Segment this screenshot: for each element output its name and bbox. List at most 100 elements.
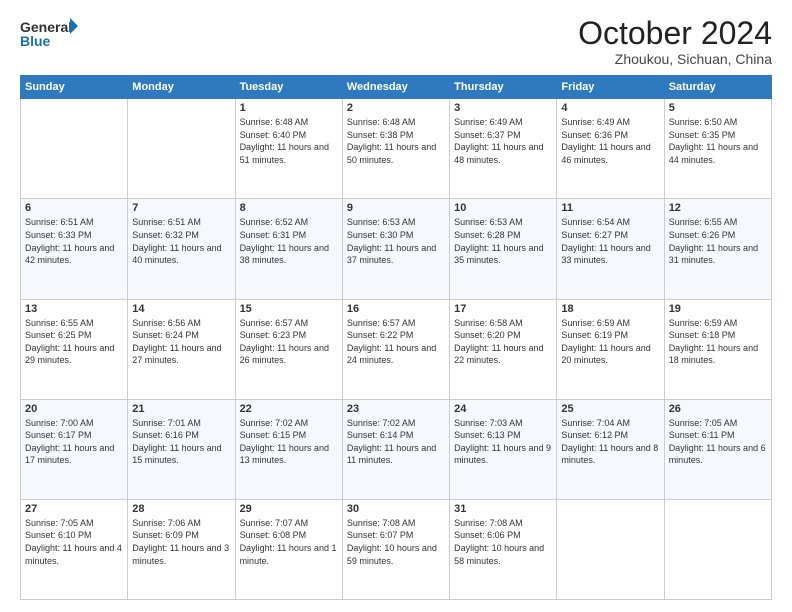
table-row: 14 Sunrise: 6:56 AM Sunset: 6:24 PM Dayli…: [128, 299, 235, 399]
day-number: 20: [25, 403, 123, 415]
table-row: 5 Sunrise: 6:50 AM Sunset: 6:35 PM Daylig…: [664, 99, 771, 199]
col-wednesday: Wednesday: [342, 76, 449, 99]
day-info: Sunrise: 7:08 AM Sunset: 6:07 PM Dayligh…: [347, 517, 445, 567]
table-row: 6 Sunrise: 6:51 AM Sunset: 6:33 PM Daylig…: [21, 199, 128, 299]
page: GeneralBlue October 2024 Zhoukou, Sichua…: [0, 0, 792, 612]
day-info: Sunrise: 7:05 AM Sunset: 6:10 PM Dayligh…: [25, 517, 123, 567]
day-info: Sunrise: 6:51 AM Sunset: 6:33 PM Dayligh…: [25, 216, 123, 266]
location: Zhoukou, Sichuan, China: [578, 51, 772, 67]
day-info: Sunrise: 6:57 AM Sunset: 6:22 PM Dayligh…: [347, 317, 445, 367]
day-info: Sunrise: 7:04 AM Sunset: 6:12 PM Dayligh…: [561, 417, 659, 467]
day-number: 2: [347, 102, 445, 114]
col-tuesday: Tuesday: [235, 76, 342, 99]
day-info: Sunrise: 6:51 AM Sunset: 6:32 PM Dayligh…: [132, 216, 230, 266]
day-info: Sunrise: 6:55 AM Sunset: 6:25 PM Dayligh…: [25, 317, 123, 367]
day-number: 31: [454, 503, 552, 515]
day-number: 26: [669, 403, 767, 415]
day-number: 16: [347, 303, 445, 315]
day-number: 6: [25, 202, 123, 214]
day-info: Sunrise: 6:56 AM Sunset: 6:24 PM Dayligh…: [132, 317, 230, 367]
table-row: 23Sunrise: 7:02 AM Sunset: 6:14 PM Dayli…: [342, 399, 449, 499]
day-number: 11: [561, 202, 659, 214]
calendar-week-row: 13 Sunrise: 6:55 AM Sunset: 6:25 PM Dayli…: [21, 299, 772, 399]
table-row: 26 Sunrise: 7:05 AM Sunset: 6:11 PM Dayli…: [664, 399, 771, 499]
table-row: 2Sunrise: 6:48 AM Sunset: 6:38 PM Daylig…: [342, 99, 449, 199]
day-info: Sunrise: 6:54 AM Sunset: 6:27 PM Dayligh…: [561, 216, 659, 266]
day-info: Sunrise: 7:07 AM Sunset: 6:08 PM Dayligh…: [240, 517, 338, 567]
day-number: 23: [347, 403, 445, 415]
day-number: 29: [240, 503, 338, 515]
day-number: 8: [240, 202, 338, 214]
day-info: Sunrise: 7:01 AM Sunset: 6:16 PM Dayligh…: [132, 417, 230, 467]
title-block: October 2024 Zhoukou, Sichuan, China: [578, 16, 772, 67]
day-number: 28: [132, 503, 230, 515]
day-number: 18: [561, 303, 659, 315]
day-info: Sunrise: 6:50 AM Sunset: 6:35 PM Dayligh…: [669, 116, 767, 166]
day-info: Sunrise: 6:55 AM Sunset: 6:26 PM Dayligh…: [669, 216, 767, 266]
calendar-week-row: 20 Sunrise: 7:00 AM Sunset: 6:17 PM Dayli…: [21, 399, 772, 499]
table-row: 11 Sunrise: 6:54 AM Sunset: 6:27 PM Dayli…: [557, 199, 664, 299]
col-thursday: Thursday: [450, 76, 557, 99]
table-row: 1 Sunrise: 6:48 AM Sunset: 6:40 PM Daylig…: [235, 99, 342, 199]
day-info: Sunrise: 6:48 AM Sunset: 6:40 PM Dayligh…: [240, 116, 338, 166]
table-row: 9 Sunrise: 6:53 AM Sunset: 6:30 PM Daylig…: [342, 199, 449, 299]
general-blue-logo-icon: GeneralBlue: [20, 16, 80, 52]
table-row: 27Sunrise: 7:05 AM Sunset: 6:10 PM Dayli…: [21, 499, 128, 599]
table-row: 7 Sunrise: 6:51 AM Sunset: 6:32 PM Daylig…: [128, 199, 235, 299]
table-row: 4 Sunrise: 6:49 AM Sunset: 6:36 PM Daylig…: [557, 99, 664, 199]
day-number: 3: [454, 102, 552, 114]
day-number: 30: [347, 503, 445, 515]
calendar-table: Sunday Monday Tuesday Wednesday Thursday…: [20, 75, 772, 600]
svg-text:Blue: Blue: [20, 33, 51, 49]
day-number: 24: [454, 403, 552, 415]
day-info: Sunrise: 6:53 AM Sunset: 6:30 PM Dayligh…: [347, 216, 445, 266]
calendar-week-row: 6 Sunrise: 6:51 AM Sunset: 6:33 PM Daylig…: [21, 199, 772, 299]
day-info: Sunrise: 7:05 AM Sunset: 6:11 PM Dayligh…: [669, 417, 767, 467]
day-number: 4: [561, 102, 659, 114]
table-row: 31 Sunrise: 7:08 AM Sunset: 6:06 PM Dayli…: [450, 499, 557, 599]
day-info: Sunrise: 7:03 AM Sunset: 6:13 PM Dayligh…: [454, 417, 552, 467]
day-number: 9: [347, 202, 445, 214]
day-info: Sunrise: 6:59 AM Sunset: 6:19 PM Dayligh…: [561, 317, 659, 367]
day-number: 7: [132, 202, 230, 214]
table-row: 8 Sunrise: 6:52 AM Sunset: 6:31 PM Daylig…: [235, 199, 342, 299]
table-row: [128, 99, 235, 199]
table-row: 18 Sunrise: 6:59 AM Sunset: 6:19 PM Dayli…: [557, 299, 664, 399]
calendar-week-row: 27Sunrise: 7:05 AM Sunset: 6:10 PM Dayli…: [21, 499, 772, 599]
day-info: Sunrise: 6:53 AM Sunset: 6:28 PM Dayligh…: [454, 216, 552, 266]
table-row: [664, 499, 771, 599]
day-number: 19: [669, 303, 767, 315]
logo: GeneralBlue: [20, 16, 80, 52]
day-info: Sunrise: 6:58 AM Sunset: 6:20 PM Dayligh…: [454, 317, 552, 367]
day-info: Sunrise: 7:08 AM Sunset: 6:06 PM Dayligh…: [454, 517, 552, 567]
day-info: Sunrise: 6:49 AM Sunset: 6:36 PM Dayligh…: [561, 116, 659, 166]
day-number: 5: [669, 102, 767, 114]
table-row: 28 Sunrise: 7:06 AM Sunset: 6:09 PM Dayli…: [128, 499, 235, 599]
table-row: 12 Sunrise: 6:55 AM Sunset: 6:26 PM Dayli…: [664, 199, 771, 299]
table-row: 25Sunrise: 7:04 AM Sunset: 6:12 PM Dayli…: [557, 399, 664, 499]
day-number: 12: [669, 202, 767, 214]
table-row: 17Sunrise: 6:58 AM Sunset: 6:20 PM Dayli…: [450, 299, 557, 399]
col-monday: Monday: [128, 76, 235, 99]
table-row: 13 Sunrise: 6:55 AM Sunset: 6:25 PM Dayli…: [21, 299, 128, 399]
day-info: Sunrise: 6:52 AM Sunset: 6:31 PM Dayligh…: [240, 216, 338, 266]
day-number: 14: [132, 303, 230, 315]
table-row: 15Sunrise: 6:57 AM Sunset: 6:23 PM Dayli…: [235, 299, 342, 399]
table-row: 21Sunrise: 7:01 AM Sunset: 6:16 PM Dayli…: [128, 399, 235, 499]
calendar-header-row: Sunday Monday Tuesday Wednesday Thursday…: [21, 76, 772, 99]
day-info: Sunrise: 7:06 AM Sunset: 6:09 PM Dayligh…: [132, 517, 230, 567]
day-info: Sunrise: 7:00 AM Sunset: 6:17 PM Dayligh…: [25, 417, 123, 467]
day-number: 13: [25, 303, 123, 315]
table-row: 29 Sunrise: 7:07 AM Sunset: 6:08 PM Dayli…: [235, 499, 342, 599]
table-row: 22Sunrise: 7:02 AM Sunset: 6:15 PM Dayli…: [235, 399, 342, 499]
table-row: 20 Sunrise: 7:00 AM Sunset: 6:17 PM Dayli…: [21, 399, 128, 499]
col-friday: Friday: [557, 76, 664, 99]
header: GeneralBlue October 2024 Zhoukou, Sichua…: [20, 16, 772, 67]
table-row: [557, 499, 664, 599]
day-number: 22: [240, 403, 338, 415]
day-number: 1: [240, 102, 338, 114]
day-info: Sunrise: 6:57 AM Sunset: 6:23 PM Dayligh…: [240, 317, 338, 367]
table-row: 19Sunrise: 6:59 AM Sunset: 6:18 PM Dayli…: [664, 299, 771, 399]
day-number: 10: [454, 202, 552, 214]
table-row: 16 Sunrise: 6:57 AM Sunset: 6:22 PM Dayli…: [342, 299, 449, 399]
